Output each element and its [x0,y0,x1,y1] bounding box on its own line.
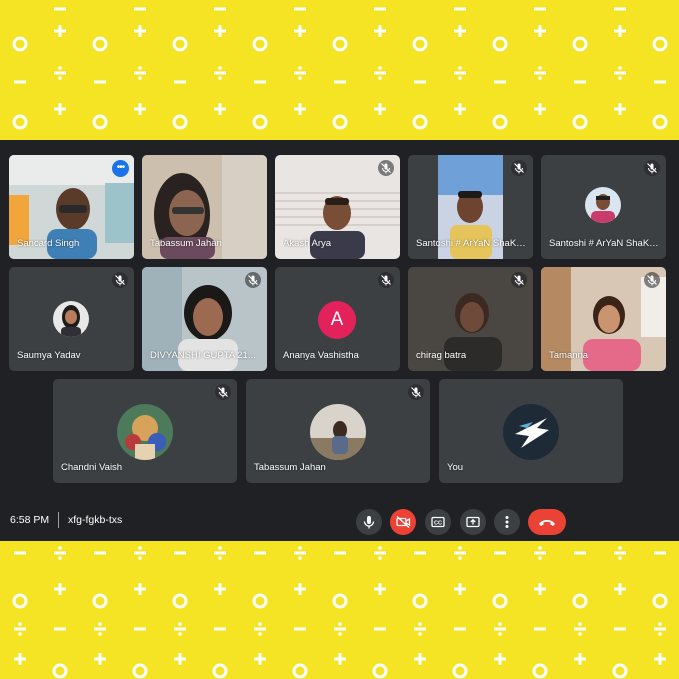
camera-off-icon [396,515,411,529]
participant-name: Chandni Vaish [61,462,123,473]
meeting-time: 6:58 PM [10,514,50,526]
captions-icon: CC [431,516,445,528]
participant-tile[interactable]: Santoshi # ArYaN ShaKya [408,155,533,259]
participant-tile[interactable]: Tamanna [541,267,666,371]
decorative-pattern [12,7,668,130]
captions-button[interactable]: CC [425,509,451,535]
participant-tile[interactable]: Tabassum Jahan [246,379,430,483]
mic-button[interactable] [356,509,382,535]
participant-name: Saumya Yadav [17,350,81,361]
more-options-icon[interactable]: ••• [112,160,129,177]
present-icon [466,516,480,528]
avatar [503,404,559,460]
participant-tile[interactable]: ••• Sancard Singh [9,155,134,259]
top-decorative-band [0,0,679,140]
mic-off-icon [378,160,394,176]
avatar-initial: A [318,301,356,339]
participant-name: Tamanna [549,350,589,361]
avatar [310,404,366,460]
svg-text:CC: CC [434,521,442,527]
participant-name: Sancard Singh [17,238,80,249]
end-call-icon [539,520,555,526]
participant-name: Akash Arya [283,238,332,249]
participant-name: chirag batra [416,350,467,361]
decorative-pattern [12,546,668,679]
mic-off-icon [644,160,660,176]
participant-name: You [447,462,464,473]
present-button[interactable] [460,509,486,535]
participant-name: Tabassum Jahan [254,462,326,473]
participant-name: Tabassum Jahan [150,238,222,249]
participant-name: Santoshi # ArYaN ShaKya [416,238,526,249]
participant-tile[interactable]: DIVYANSHI GUPTA 21... [142,267,267,371]
more-vert-icon [505,516,509,528]
more-options-button[interactable] [494,509,520,535]
participant-name: DIVYANSHI GUPTA 21... [150,350,256,361]
mic-off-icon [215,384,231,400]
participant-tile[interactable]: A Ananya Vashistha [275,267,400,371]
participant-tile[interactable]: Saumya Yadav [9,267,134,371]
participant-name: Ananya Vashistha [283,350,359,361]
mic-off-icon [644,272,660,288]
mic-icon [363,516,375,529]
mic-off-icon [112,272,128,288]
mic-off-icon [245,272,261,288]
mic-off-icon [511,272,527,288]
end-call-button[interactable] [528,509,566,535]
participant-tile[interactable]: Santoshi # ArYaN ShaKya [541,155,666,259]
participant-tile[interactable]: Akash Arya [275,155,400,259]
participant-tile[interactable]: Tabassum Jahan [142,155,267,259]
bottom-decorative-band [0,541,679,679]
control-bar: 6:58 PM xfg-fgkb-txs CC [0,501,679,541]
participant-name: Santoshi # ArYaN ShaKya [549,238,659,249]
avatar [585,187,621,223]
meet-window: ••• Sancard Singh Tabassum Jahan Akash A… [0,140,679,541]
camera-button[interactable] [390,509,416,535]
participant-tile[interactable]: chirag batra [408,267,533,371]
mic-off-icon [408,384,424,400]
participant-tile[interactable]: Chandni Vaish [53,379,237,483]
divider [58,512,59,528]
mic-off-icon [378,272,394,288]
mic-off-icon [511,160,527,176]
meeting-code: xfg-fgkb-txs [68,514,123,526]
avatar [53,301,89,337]
avatar [117,404,173,460]
participant-tile[interactable]: You [439,379,623,483]
